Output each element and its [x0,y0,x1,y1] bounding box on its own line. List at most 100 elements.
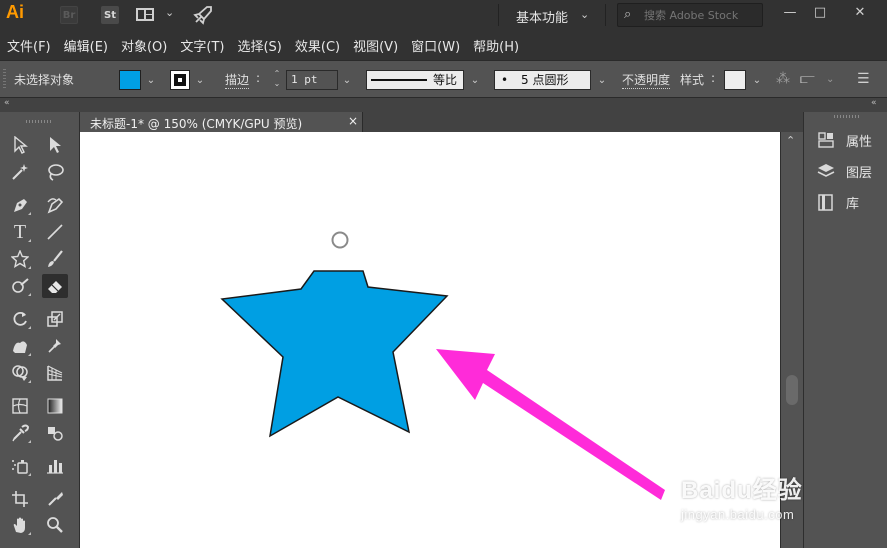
profile-dropdown-chevron-icon[interactable]: ⌄ [466,70,484,90]
toolbar-grip[interactable] [26,120,52,123]
menu-edit[interactable]: 编辑(E) [59,36,113,55]
workspace-switcher[interactable]: 基本功能 [516,7,568,26]
tools-panel: T [0,112,80,548]
magic-wand-tool-icon[interactable] [7,160,33,184]
gradient-tool-icon[interactable] [42,394,68,418]
rotate-tool-icon[interactable] [7,307,33,331]
minimize-button[interactable]: — [775,0,805,24]
stroke-weight-dropdown-chevron-icon[interactable]: ⌄ [338,70,356,90]
graphic-style-swatch[interactable] [724,70,746,90]
symbol-sprayer-tool-icon[interactable] [7,454,33,478]
lasso-tool-icon[interactable] [42,160,68,184]
arrange-documents-icon[interactable] [136,8,154,21]
menu-window[interactable]: 窗口(W) [406,36,465,55]
stroke-weight-field[interactable]: 1 pt [286,70,338,90]
maximize-button[interactable]: □ [805,0,835,24]
dock-grip[interactable] [834,115,860,118]
dock-label: 属性 [846,134,873,150]
hand-tool-icon[interactable] [7,513,33,537]
menu-object[interactable]: 对象(O) [116,36,172,55]
stroke-dropdown-chevron-icon[interactable]: ⌄ [193,70,207,90]
style-dropdown-chevron-icon[interactable]: ⌄ [750,70,764,90]
document-tab-bar: 未标题-1* @ 150% (CMYK/GPU 预览) × [80,112,803,132]
illustrator-logo: Ai [6,2,24,22]
curvature-tool-icon[interactable] [42,193,68,217]
puppet-warp-tool-icon[interactable] [42,334,68,358]
artboard-tool-icon[interactable] [7,487,33,511]
variable-width-profile[interactable]: 等比 [366,70,464,90]
close-window-button[interactable]: ✕ [845,0,875,24]
recolor-artwork-icon[interactable]: ⁂ [776,71,790,87]
menu-help[interactable]: 帮助(H) [468,36,524,55]
canvas-area[interactable] [80,132,780,548]
paintbrush-tool-icon[interactable] [42,247,68,271]
opacity-label[interactable]: 不透明度 [622,71,671,89]
colon: : [256,71,261,85]
star-shape[interactable] [220,270,449,438]
direct-selection-tool-icon[interactable] [42,133,68,157]
menu-select[interactable]: 选择(S) [232,36,286,55]
dock-item-properties[interactable]: 属性 [804,126,887,154]
scrollbar-thumb[interactable] [786,375,798,405]
chevron-down-icon[interactable]: ⌄ [580,8,589,21]
stock-button[interactable]: St [101,6,119,24]
dock-item-layers[interactable]: 图层 [804,157,887,185]
column-graph-tool-icon[interactable] [42,454,68,478]
align-icon[interactable]: ⫍ [800,71,815,87]
scroll-up-icon[interactable]: ⌃ [786,134,795,147]
line-segment-tool-icon[interactable] [42,220,68,244]
menu-bar: 文件(F) 编辑(E) 对象(O) 文字(T) 选择(S) 效果(C) 视图(V… [0,30,887,60]
fill-dropdown-chevron-icon[interactable]: ⌄ [144,70,158,90]
bridge-button[interactable]: Br [60,6,78,24]
stroke-color-swatch[interactable] [170,70,190,90]
tool-group-indicator [28,473,31,476]
gpu-performance-rocket-icon[interactable] [193,5,213,25]
pen-tool-icon[interactable] [7,193,33,217]
warp-tool-icon[interactable] [7,334,33,358]
divider [605,4,606,26]
stock-search-input[interactable] [644,7,759,23]
properties-icon [815,129,837,151]
menu-file[interactable]: 文件(F) [2,36,56,55]
dock-label: 库 [846,196,860,212]
brush-dropdown-chevron-icon[interactable]: ⌄ [593,70,611,90]
panel-menu-icon[interactable]: ☰ [857,71,870,87]
watermark-url: jingyan.baidu.com [681,507,795,522]
scale-tool-icon[interactable] [42,307,68,331]
brush-definition[interactable]: • 5 点圆形 [494,70,591,90]
shaper-tool-icon[interactable] [7,274,33,298]
stroke-weight-stepper[interactable]: ⌃ ⌄ [271,69,283,91]
fill-color-swatch[interactable] [119,70,141,90]
slice-tool-icon[interactable] [42,487,68,511]
stroke-label[interactable]: 描边 [225,71,250,89]
tool-group-indicator [28,266,31,269]
control-bar-grip[interactable] [3,69,6,89]
collapse-toolbar-icon[interactable]: « [4,98,10,108]
dock-item-libraries[interactable]: 库 [804,188,887,216]
menu-effect[interactable]: 效果(C) [290,36,345,55]
eyedropper-tool-icon[interactable] [7,421,33,445]
menu-type[interactable]: 文字(T) [175,36,229,55]
artboard[interactable] [80,132,780,548]
star-tool-icon[interactable] [7,247,33,271]
stock-search-box[interactable]: ⌕ [617,3,763,27]
zoom-tool-icon[interactable] [42,513,68,537]
chevron-down-icon[interactable]: ⌄ [165,6,174,19]
align-chevron-down-icon[interactable]: ⌄ [826,74,834,85]
tool-group-indicator [28,212,31,215]
type-tool-icon[interactable]: T [7,220,33,244]
tool-group-indicator [28,326,31,329]
eraser-tool-icon[interactable] [42,274,68,298]
collapse-dock-icon[interactable]: « [871,98,877,108]
blend-tool-icon[interactable] [42,421,68,445]
watermark-brand: Baidu经验 [681,477,803,504]
selection-tool-icon[interactable] [7,133,33,157]
shape-builder-tool-icon[interactable] [7,361,33,385]
search-icon: ⌕ [624,7,632,22]
menu-view[interactable]: 视图(V) [348,36,403,55]
document-tab[interactable]: 未标题-1* @ 150% (CMYK/GPU 预览) × [80,112,363,132]
close-document-icon[interactable]: × [348,114,358,128]
panel-dock: 属性 图层 库 [803,112,887,548]
mesh-tool-icon[interactable] [7,394,33,418]
perspective-grid-tool-icon[interactable] [42,361,68,385]
